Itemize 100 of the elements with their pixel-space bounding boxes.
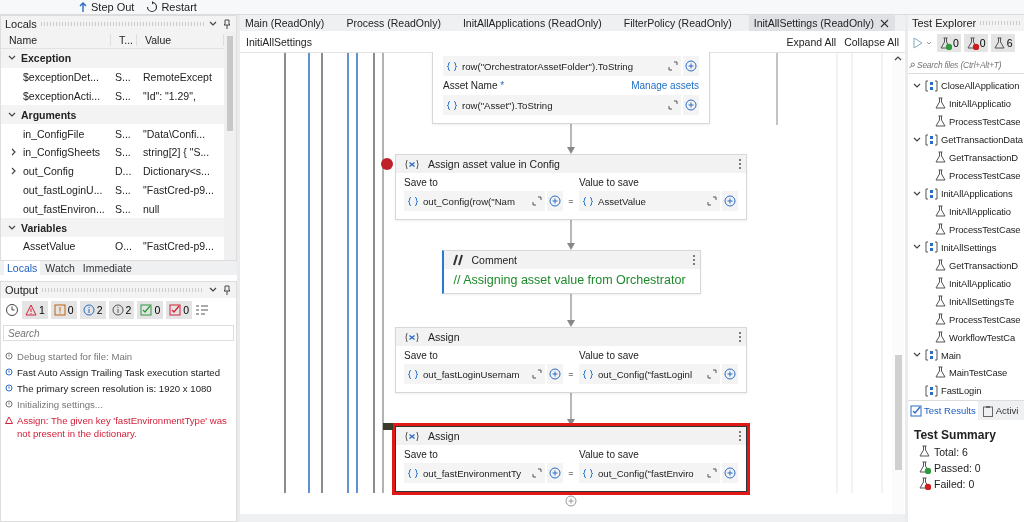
panel-tab[interactable]: Test Results: [908, 401, 978, 420]
passed-filter-button[interactable]: 0: [137, 301, 164, 319]
add-button[interactable]: [547, 191, 563, 211]
activity-card[interactable]: Assign Save to Value to save out_fastLoginUsernam = out_Config("fastLoginl: [395, 327, 747, 393]
breakpoint-dot[interactable]: [381, 158, 393, 170]
tree-item[interactable]: GetTransactionD: [908, 256, 1024, 275]
pin-icon[interactable]: [222, 18, 232, 30]
run-icon[interactable]: [912, 37, 934, 49]
group-row[interactable]: Variables: [1, 218, 224, 237]
tree-item[interactable]: InitAllApplicatio: [908, 274, 1024, 293]
scrollbar-thumb[interactable]: [894, 355, 902, 470]
tree-item[interactable]: InitAllApplicatio: [908, 202, 1024, 221]
add-button[interactable]: [722, 364, 738, 384]
expand-icon[interactable]: [668, 61, 678, 71]
tree-item[interactable]: InitAllSettingsTe: [908, 292, 1024, 311]
scrollbar-thumb[interactable]: [227, 36, 233, 131]
tree-item[interactable]: ProcessTestCase: [908, 112, 1024, 131]
more-icon[interactable]: [691, 254, 696, 266]
search-field[interactable]: Search: [3, 325, 234, 341]
expand-icon[interactable]: [707, 196, 717, 206]
field-label: Asset Name *: [443, 80, 505, 91]
expand-icon[interactable]: [532, 468, 542, 478]
expression-field[interactable]: out_Config("fastEnviro: [579, 463, 720, 483]
failed-filter-button[interactable]: 0: [166, 301, 193, 319]
tree-item[interactable]: CloseAllApplication: [908, 77, 1024, 95]
restart-button[interactable]: Restart: [146, 0, 197, 14]
editor-tab[interactable]: FilterPolicy (ReadOnly): [618, 15, 737, 31]
warning-filter-button[interactable]: 0: [50, 301, 77, 319]
expression-field[interactable]: AssetValue: [579, 191, 720, 211]
expression-field[interactable]: row("OrchestratorAssetFolder").ToString: [443, 56, 681, 76]
expand-icon[interactable]: [532, 369, 542, 379]
expression-field[interactable]: out_Config(row("Nam: [404, 191, 545, 211]
expression-field[interactable]: out_Config("fastLoginl: [579, 364, 720, 384]
tree-item[interactable]: FastLogin: [908, 381, 1024, 400]
flask-icon: [934, 169, 947, 183]
editor-tab[interactable]: Main (ReadOnly): [240, 15, 330, 31]
expression-field[interactable]: out_fastLoginUsernam: [404, 364, 545, 384]
editor-tab[interactable]: InitAllSettings (ReadOnly): [748, 15, 895, 31]
expand-icon[interactable]: [707, 369, 717, 379]
expand-icon[interactable]: [532, 196, 542, 206]
group-row[interactable]: Exception: [1, 49, 224, 68]
add-button[interactable]: [722, 191, 738, 211]
column-header[interactable]: Name: [1, 34, 111, 46]
braces-icon: [446, 99, 458, 111]
panel-tab[interactable]: Watch: [42, 261, 78, 275]
tree-item[interactable]: MainTestCase: [908, 364, 1024, 382]
step-out-button[interactable]: Step Out: [78, 0, 135, 14]
tree-item[interactable]: ProcessTestCase: [908, 220, 1024, 239]
add-button[interactable]: [547, 364, 563, 384]
tree-item[interactable]: WorkflowTestCa: [908, 328, 1024, 347]
tree-item[interactable]: GetTransactionData: [908, 130, 1024, 149]
add-button[interactable]: [547, 463, 563, 483]
connector-arrow: [566, 124, 576, 154]
expand-icon[interactable]: [668, 100, 678, 110]
tree-item[interactable]: InitAllSettings: [908, 238, 1024, 257]
add-button[interactable]: [722, 463, 738, 483]
list-settings-icon[interactable]: [195, 304, 210, 316]
column-header[interactable]: T...: [111, 34, 137, 46]
more-icon[interactable]: [738, 331, 742, 343]
error-filter-button[interactable]: 1: [22, 301, 48, 319]
tree-item[interactable]: ProcessTestCase: [908, 166, 1024, 185]
close-icon[interactable]: [879, 17, 890, 29]
pin-icon[interactable]: [222, 284, 232, 296]
equals-sign: =: [567, 468, 575, 478]
plus-circle-icon: [724, 467, 736, 479]
tree-item[interactable]: GetTransactionD: [908, 148, 1024, 167]
panel-tab[interactable]: Locals: [4, 261, 41, 275]
breadcrumb[interactable]: InitiAllSettings: [246, 35, 779, 48]
add-button[interactable]: [683, 95, 699, 115]
passed-count-button[interactable]: 0: [937, 34, 961, 52]
more-icon[interactable]: [738, 158, 742, 170]
trace-filter-button[interactable]: 2: [108, 301, 135, 319]
tree-item[interactable]: InitAllApplicatio: [908, 94, 1024, 113]
expression-field[interactable]: out_fastEnvironmentTy: [404, 463, 545, 483]
tree-item[interactable]: InitAllApplications: [908, 184, 1024, 203]
failed-count-button[interactable]: 0: [963, 34, 988, 52]
tree-item[interactable]: ProcessTestCase: [908, 310, 1024, 329]
editor-tab[interactable]: Process (ReadOnly): [341, 15, 446, 31]
scrollbar[interactable]: [224, 32, 236, 260]
field-label: Value to save: [579, 177, 640, 188]
tree-item[interactable]: Main: [908, 346, 1024, 364]
flask-icon: [918, 477, 931, 490]
panel-tab[interactable]: Immediate: [79, 261, 135, 275]
expand-all-link[interactable]: Expand All: [786, 35, 837, 48]
add-activity-icon[interactable]: [565, 495, 577, 507]
expression-field[interactable]: row("Asset").ToString: [443, 95, 681, 115]
more-icon[interactable]: [738, 430, 742, 442]
group-row[interactable]: Arguments: [1, 105, 224, 125]
scrollbar[interactable]: [892, 53, 904, 514]
manage-assets-link[interactable]: Manage assets: [631, 80, 699, 91]
editor-tab[interactable]: InitAllApplications (ReadOnly): [457, 15, 607, 31]
variable-icon: [404, 430, 420, 442]
variable-name: $exceptionDet...: [23, 71, 99, 84]
total-count-button[interactable]: 6: [990, 34, 1015, 52]
collapse-all-link[interactable]: Collapse All: [844, 35, 899, 48]
add-button[interactable]: [683, 56, 699, 76]
expand-icon[interactable]: [707, 468, 717, 478]
clock-icon[interactable]: [5, 303, 19, 317]
info-filter-button[interactable]: 2: [79, 301, 106, 319]
panel-tab[interactable]: Activi: [979, 401, 1021, 420]
